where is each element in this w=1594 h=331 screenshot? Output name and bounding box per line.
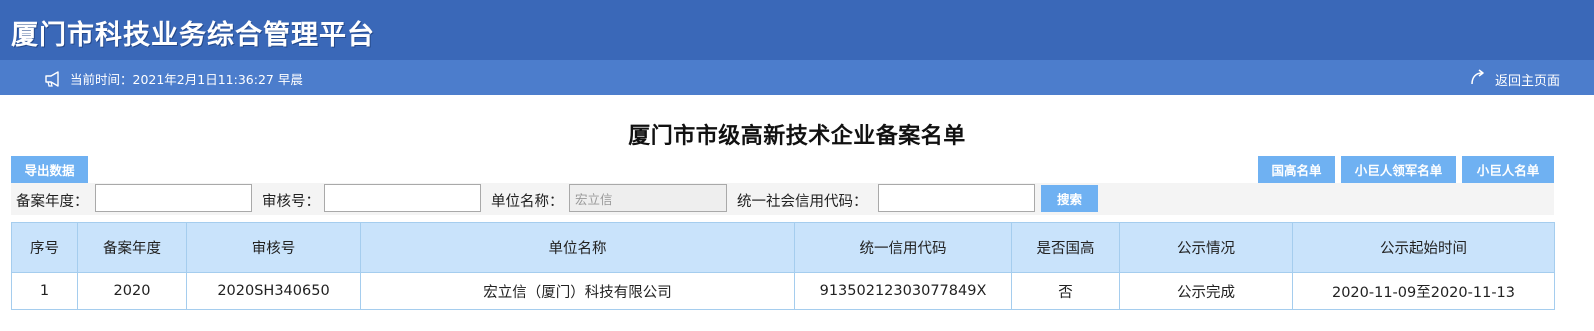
- table-cell: 2020: [77, 272, 187, 310]
- national-hightech-list-button[interactable]: 国高名单: [1258, 156, 1335, 183]
- column-header: 是否国高: [1011, 222, 1120, 273]
- year-input[interactable]: [95, 184, 252, 212]
- column-header: 公示起始时间: [1292, 222, 1555, 273]
- little-giant-list-button[interactable]: 小巨人名单: [1462, 156, 1554, 183]
- column-header: 单位名称: [360, 222, 795, 273]
- column-header: 备案年度: [77, 222, 187, 273]
- audit-number-label: 审核号：: [262, 194, 320, 210]
- app-title: 厦门市科技业务综合管理平台: [11, 20, 375, 51]
- table-cell: 2020-11-09至2020-11-13: [1292, 272, 1555, 310]
- credit-code-label: 统一社会信用代码：: [737, 194, 868, 210]
- little-giant-leader-list-button[interactable]: 小巨人领军名单: [1341, 156, 1456, 183]
- return-arrow-icon: [1469, 68, 1487, 90]
- column-header: 公示情况: [1119, 222, 1293, 273]
- current-time-text: 当前时间：2021年2月1日11:36:27 早晨: [70, 72, 303, 87]
- table-cell: 否: [1011, 272, 1120, 310]
- table-cell: 91350212303077849X: [794, 272, 1012, 310]
- table-cell: 1: [11, 272, 78, 310]
- table-header-row: 序号 备案年度 审核号 单位名称 统一信用代码 是否国高 公示情况 公示起始时间: [11, 222, 1555, 273]
- current-time: 当前时间：2021年2月1日11:36:27 早晨: [44, 69, 303, 88]
- column-header: 审核号: [186, 222, 361, 273]
- table-row: 1 2020 2020SH340650 宏立信（厦门）科技有限公司 913502…: [11, 272, 1555, 310]
- top-banner: 厦门市科技业务综合管理平台: [0, 0, 1594, 60]
- table-cell: 公示完成: [1119, 272, 1293, 310]
- search-button[interactable]: 搜索: [1041, 185, 1098, 212]
- table-cell: 2020SH340650: [186, 272, 361, 310]
- unit-name-label: 单位名称：: [491, 194, 564, 210]
- column-header: 统一信用代码: [794, 222, 1012, 273]
- search-filter-bar: 备案年度： 审核号： 单位名称： 统一社会信用代码： 搜索: [11, 183, 1554, 215]
- status-bar: 当前时间：2021年2月1日11:36:27 早晨 返回主页面: [0, 60, 1594, 95]
- page-title: 厦门市市级高新技术企业备案名单: [628, 124, 966, 149]
- result-table: 序号 备案年度 审核号 单位名称 统一信用代码 是否国高 公示情况 公示起始时间…: [11, 222, 1555, 310]
- credit-code-input[interactable]: [878, 184, 1035, 212]
- return-home-link[interactable]: 返回主页面: [1469, 68, 1560, 90]
- table-cell: 宏立信（厦门）科技有限公司: [360, 272, 795, 310]
- return-home-label[interactable]: 返回主页面: [1495, 70, 1560, 89]
- column-header: 序号: [11, 222, 78, 273]
- export-data-button[interactable]: 导出数据: [11, 156, 88, 183]
- unit-name-input[interactable]: [569, 184, 727, 212]
- year-label: 备案年度：: [16, 194, 89, 210]
- megaphone-icon: [44, 70, 64, 87]
- audit-number-input[interactable]: [324, 184, 481, 212]
